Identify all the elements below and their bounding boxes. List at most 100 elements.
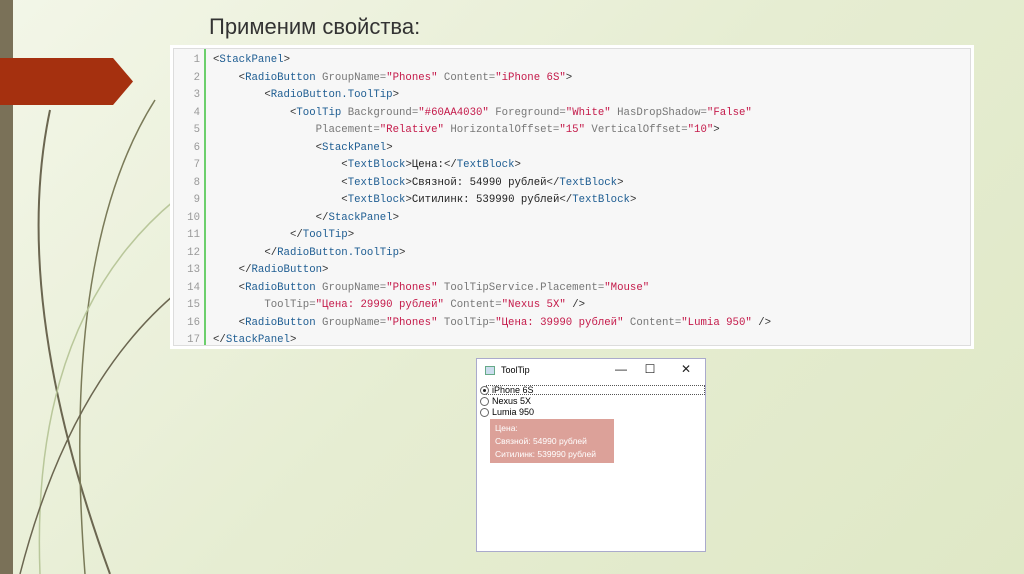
radio-unchecked-icon xyxy=(480,408,489,418)
code-token: </ xyxy=(559,194,573,206)
code-token: RadioButton xyxy=(251,264,323,276)
code-token: "Phones" xyxy=(386,71,438,84)
code-token: </ xyxy=(546,176,560,189)
radio-nexus[interactable]: Nexus 5X xyxy=(480,396,531,407)
tooltip-line: Ситилинк: 539990 рублей xyxy=(495,449,596,459)
radio-lumia[interactable]: Lumia 950 xyxy=(480,407,534,418)
code-token: > xyxy=(392,211,400,224)
code-token: "Lumia 950" xyxy=(681,316,752,329)
code-line: </StackPanel> xyxy=(213,332,296,350)
code-token: </ xyxy=(315,211,329,224)
code-line: Placement="Relative" HorizontalOffset="1… xyxy=(213,122,720,140)
radio-label: iPhone 6S xyxy=(492,385,534,395)
code-line: <RadioButton.ToolTip> xyxy=(213,87,399,105)
radio-checked-icon xyxy=(480,386,489,396)
code-token: > xyxy=(386,141,393,154)
minimize-button[interactable]: — xyxy=(611,362,631,376)
code-token: GroupName= xyxy=(322,71,387,84)
app-icon xyxy=(485,366,495,375)
line-number: 12 xyxy=(187,246,200,259)
code-token: "Цена: 29990 рублей" xyxy=(315,299,444,311)
radio-unchecked-icon xyxy=(480,397,489,407)
code-line: </StackPanel> xyxy=(213,210,399,228)
code-token: TextBlock xyxy=(347,176,406,189)
code-token: </ xyxy=(264,246,278,259)
code-token: StackPanel xyxy=(219,54,284,66)
code-line: <RadioButton GroupName="Phones" Content=… xyxy=(213,70,573,88)
line-number: 6 xyxy=(193,141,200,154)
code-token: StackPanel xyxy=(322,141,387,154)
code-token: TextBlock xyxy=(559,176,618,189)
code-token: "Phones" xyxy=(386,316,438,329)
code-line: ToolTip="Цена: 29990 рублей" Content="Ne… xyxy=(213,297,585,315)
code-token: TextBlock xyxy=(456,159,515,171)
code-token: Связной: 54990 рублей xyxy=(411,176,547,189)
code-line: </ToolTip> xyxy=(213,227,354,245)
code-token: Content= xyxy=(437,71,496,84)
code-token: "Nexus 5X" xyxy=(501,299,566,311)
code-token: "Mouse" xyxy=(604,281,650,294)
code-token: > xyxy=(713,124,720,136)
tooltip-line: Связной: 54990 рублей xyxy=(495,436,587,446)
code-token: /> xyxy=(751,316,772,329)
code-token: HasDropShadow= xyxy=(610,106,707,119)
maximize-button[interactable]: ☐ xyxy=(640,362,660,376)
line-number: 16 xyxy=(187,316,200,329)
close-button[interactable]: ✕ xyxy=(676,362,696,376)
code-token: > xyxy=(399,246,406,259)
app-window: ToolTip — ☐ ✕ iPhone 6S Nexus 5X Lumia 9… xyxy=(476,358,706,552)
code-line: <ToolTip Background="#60AA4030" Foregrou… xyxy=(213,105,752,123)
code-token: ToolTip= xyxy=(264,299,316,311)
code-token: </ xyxy=(213,334,226,346)
code-token: TextBlock xyxy=(347,194,406,206)
code-token: GroupName= xyxy=(322,316,387,329)
code-token: TextBlock xyxy=(572,194,630,206)
line-number-gutter: 1 2 3 4 5 6 7 8 9 10 11 12 13 14 15 16 17 xyxy=(174,49,206,346)
code-token: RadioButton xyxy=(245,71,323,84)
code-line: <RadioButton GroupName="Phones" ToolTip=… xyxy=(213,315,771,333)
radio-iphone[interactable]: iPhone 6S xyxy=(480,385,534,396)
code-token: VerticalOffset= xyxy=(585,124,688,136)
line-number: 3 xyxy=(193,89,200,101)
code-token: Content= xyxy=(443,299,502,311)
code-token: RadioButton xyxy=(245,281,323,294)
code-token: "Phones" xyxy=(386,281,438,294)
code-token: > xyxy=(283,54,290,66)
title-arrow-shape xyxy=(0,58,133,105)
code-token: GroupName= xyxy=(322,281,387,294)
code-token: > xyxy=(617,176,624,189)
tooltip: Цена: Связной: 54990 рублей Ситилинк: 53… xyxy=(490,419,614,463)
code-block: 1 2 3 4 5 6 7 8 9 10 11 12 13 14 15 16 17 <StackPanel> <… xyxy=(173,48,971,346)
code-line: <TextBlock>Цена:</TextBlock> xyxy=(213,157,521,175)
line-number: 7 xyxy=(193,159,200,171)
line-number: 17 xyxy=(187,334,200,346)
code-token: ToolTipService.Placement= xyxy=(437,281,605,294)
code-token: > xyxy=(289,334,297,346)
code-token: "White" xyxy=(565,106,611,119)
code-line: <StackPanel> xyxy=(213,52,290,70)
code-token: > xyxy=(629,194,637,206)
code-token: </ xyxy=(238,264,252,276)
code-token: > xyxy=(322,264,329,276)
code-token: "False" xyxy=(706,106,752,119)
code-token: RadioButton.ToolTip xyxy=(277,246,399,259)
code-token: ToolTip xyxy=(296,106,348,119)
line-number: 14 xyxy=(187,281,200,294)
code-token: > xyxy=(347,229,355,241)
code-line: </RadioButton.ToolTip> xyxy=(213,245,405,263)
title-bar: ToolTip — ☐ ✕ xyxy=(477,359,705,383)
radio-label: Lumia 950 xyxy=(492,407,535,417)
line-number: 2 xyxy=(193,71,200,84)
line-number: 9 xyxy=(193,194,200,206)
code-token: > xyxy=(392,89,400,101)
code-token: "15" xyxy=(559,124,586,136)
